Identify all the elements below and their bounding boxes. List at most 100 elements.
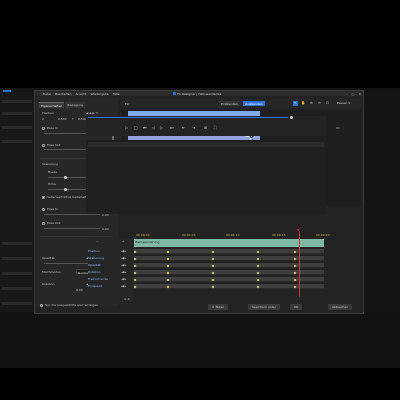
share-button[interactable]: ⇪ Teilen — [208, 304, 229, 310]
menu-playback[interactable]: Wiedergabe — [91, 92, 109, 96]
fade-out-button[interactable]: Ausblenden — [243, 101, 265, 106]
track-label[interactable]: Skalierung — [88, 256, 104, 260]
keyframe-marker[interactable] — [211, 285, 215, 288]
preview-progress[interactable] — [88, 117, 288, 118]
fade-in-button[interactable]: Einblenden — [219, 101, 240, 106]
preview-scrubber[interactable] — [290, 116, 293, 119]
menu-help[interactable]: Hilfe — [113, 92, 120, 96]
track-label[interactable]: Endpunkt — [88, 284, 102, 288]
tab-motion[interactable]: Bewegung — [65, 102, 86, 108]
maximize-icon[interactable]: □ — [352, 92, 355, 96]
ease-out-checkbox[interactable] — [42, 143, 45, 147]
ease-out2-value[interactable]: 0,00 — [102, 227, 109, 231]
keyframe-track[interactable] — [133, 263, 324, 268]
keyframe-marker[interactable] — [167, 271, 170, 274]
menu-view[interactable]: Ansicht — [76, 92, 87, 96]
track-keyframe-nav[interactable]: ◂◆▸ — [121, 249, 126, 253]
width-slider-knob[interactable] — [64, 176, 67, 179]
pos-x-value[interactable]: 0,500 — [58, 117, 67, 121]
keyframe-marker[interactable] — [256, 285, 260, 288]
keyframe-marker[interactable] — [256, 264, 260, 267]
zoom-in-icon[interactable]: ⊕ — [309, 101, 314, 106]
minimize-icon[interactable]: – — [346, 92, 348, 96]
track-keyframe-nav[interactable]: ◂◆▸ — [121, 256, 126, 260]
keyframe-marker[interactable] — [293, 257, 297, 260]
keyframe-marker[interactable] — [293, 278, 297, 281]
menu-file[interactable]: Datei — [43, 92, 51, 96]
keyframe-marker[interactable] — [256, 278, 260, 281]
keyframe-marker[interactable] — [256, 271, 260, 274]
keyframe-track[interactable] — [133, 277, 324, 282]
keyframe-marker[interactable] — [167, 264, 170, 267]
zoom-select[interactable]: Passen ▾ — [337, 101, 350, 105]
keyframe-marker[interactable] — [167, 285, 170, 288]
step-back-icon[interactable]: ◁ — [152, 125, 155, 130]
keyframe-marker[interactable] — [256, 250, 260, 253]
track-keyframe-nav[interactable]: ◂◆▸ — [121, 284, 126, 288]
rotation-value[interactable]: 0,00 — [76, 288, 83, 292]
keyframe-marker[interactable] — [133, 264, 137, 267]
track-label[interactable]: Position — [88, 249, 100, 253]
keyframe-marker[interactable] — [211, 250, 215, 253]
ok-button[interactable]: OK — [290, 304, 303, 310]
height-slider-knob[interactable] — [64, 188, 67, 191]
keyframe-marker[interactable] — [133, 285, 137, 288]
zoom-out-icon[interactable]: ⊖ — [317, 101, 322, 106]
fullscreen-icon[interactable]: ⛶ — [214, 125, 217, 130]
timeline-zoom-icon[interactable]: ⊖ ⊕ — [124, 297, 130, 301]
track-label[interactable]: Freiformende — [88, 277, 108, 281]
ease-in2-slider[interactable] — [44, 214, 100, 215]
keyframe-track[interactable] — [133, 270, 324, 275]
keyframe-marker[interactable] — [211, 278, 215, 281]
mark-out-icon[interactable]: ⇥ — [192, 125, 195, 130]
keep-ratio-checkbox[interactable] — [42, 195, 45, 199]
add-keyframe-icon[interactable]: + — [122, 239, 125, 243]
keyframe-marker[interactable] — [293, 271, 297, 274]
ease-in2-checkbox[interactable] — [42, 207, 45, 211]
remove-keyframe-icon[interactable]: − — [96, 239, 99, 243]
ease-out2-slider[interactable] — [44, 228, 100, 229]
keyframe-marker[interactable] — [167, 250, 170, 253]
playhead-marker-icon[interactable]: ▼ — [297, 228, 299, 232]
keyframe-marker[interactable] — [293, 250, 297, 253]
tab-properties[interactable]: Eigenschaften — [39, 102, 65, 108]
keyframe-track[interactable] — [133, 284, 324, 289]
snapshot-icon[interactable]: ⊞ — [204, 125, 207, 130]
ease-out2-checkbox[interactable] — [42, 221, 45, 225]
position-keyframe-controls[interactable]: ◀ ◆ ▶ ⟲ — [86, 111, 98, 115]
keyframe-marker[interactable] — [211, 271, 215, 274]
keyframe-marker[interactable] — [293, 285, 297, 288]
cancel-button[interactable]: Abbrechen — [328, 304, 353, 310]
pointer-tool-icon[interactable]: ↖ — [293, 101, 298, 106]
keyframe-marker[interactable] — [211, 264, 215, 267]
keyframe-marker[interactable] — [133, 250, 137, 253]
keyframe-marker[interactable] — [167, 257, 170, 260]
track-label[interactable]: Rotation — [88, 270, 101, 274]
mark-in-icon[interactable]: ⇤ — [182, 125, 185, 130]
keyframe-marker[interactable] — [293, 264, 297, 267]
track-keyframe-nav[interactable]: ◂◆▸ — [121, 270, 126, 274]
stop-icon[interactable]: □ — [134, 125, 138, 130]
playhead-line[interactable] — [299, 231, 300, 297]
track-label[interactable]: Opazität — [88, 263, 101, 267]
keyframe-marker[interactable] — [167, 278, 170, 281]
clip-bar[interactable]: Hallowanderung — [134, 239, 324, 247]
hand-tool-icon[interactable]: ✋ — [301, 101, 306, 106]
step-forward-icon[interactable]: ▷ — [160, 125, 163, 130]
next-frame-icon[interactable]: ⏭ — [170, 125, 174, 130]
track-keyframe-nav[interactable]: ◂◆▸ — [121, 263, 126, 267]
monitor-icon[interactable]: ▭ — [336, 125, 340, 130]
ease-in-checkbox[interactable] — [42, 126, 45, 130]
track-keyframe-nav[interactable]: ◂◆▸ — [121, 277, 126, 281]
keyframe-marker[interactable] — [133, 271, 137, 274]
keyframe-marker[interactable] — [211, 257, 215, 260]
close-icon[interactable]: ✕ — [358, 92, 361, 96]
menu-edit[interactable]: Bearbeiten — [55, 92, 71, 96]
previous-frame-icon[interactable]: ⏮ — [143, 125, 147, 130]
fit-icon[interactable]: ⊡ — [325, 101, 330, 106]
selected-track-checkbox[interactable] — [40, 303, 43, 307]
keyframe-marker[interactable] — [256, 257, 260, 260]
keyframe-marker[interactable] — [133, 278, 137, 281]
save-as-button[interactable]: Speichern unter — [248, 304, 280, 310]
keyframe-track[interactable] — [133, 256, 324, 261]
